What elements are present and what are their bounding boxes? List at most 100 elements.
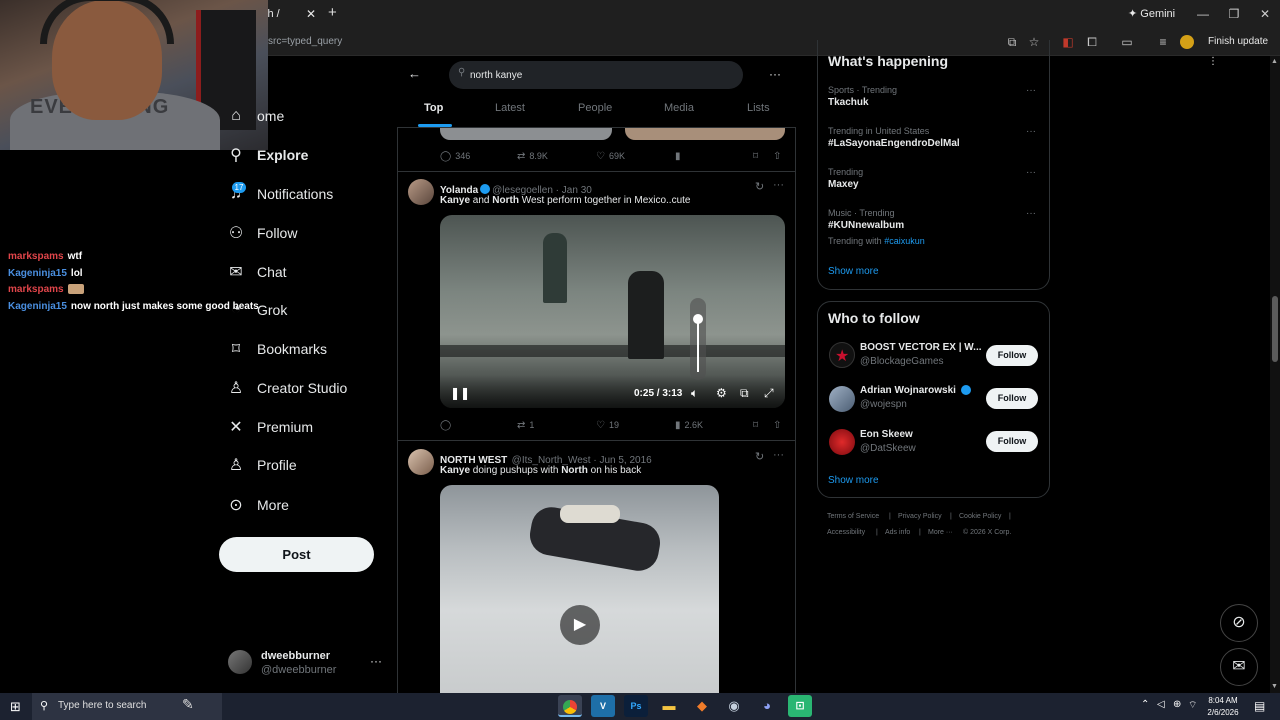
volume-slider[interactable] [690,298,706,380]
play-icon[interactable]: ▶ [560,605,600,645]
more-icon[interactable]: ··· [1026,85,1036,96]
follow-suggestion-handle[interactable]: @DatSkeew [860,443,916,454]
more-icon[interactable]: ··· [769,67,781,81]
follow-button[interactable]: Follow [986,345,1038,366]
volume-handle[interactable] [693,314,703,324]
bookmark-button[interactable]: ⌑ [753,149,762,163]
repost-button[interactable]: ⇄ 1 [517,418,534,432]
network-icon[interactable]: ⌔ [1188,699,1197,712]
avatar[interactable] [829,429,855,455]
pause-icon[interactable]: ❚❚ [450,386,470,400]
more-icon[interactable]: ··· [370,654,382,668]
trend-item[interactable]: #LaSayonaEngendroDelMal [828,138,960,149]
footer-link[interactable]: Accessibility [827,529,865,536]
follow-button[interactable]: Follow [986,388,1038,409]
like-button[interactable]: ♡ 69K [596,149,625,163]
follow-suggestion-name[interactable]: Adrian Wojnarowski [860,385,973,396]
avatar[interactable] [408,179,434,205]
follow-button[interactable]: Follow [986,431,1038,452]
windows-start-icon[interactable]: ⊞ [10,699,21,715]
notification-center-icon[interactable]: ▤ [1254,699,1265,713]
scrollbar-thumb[interactable] [1272,296,1278,362]
more-icon[interactable]: ··· [1026,126,1036,137]
settings-icon[interactable]: ⚙ [716,386,727,400]
taskbar-search[interactable]: ⚲ Type here to search ✎ [32,693,222,720]
nav-profile[interactable]: ♙ Profile [226,451,297,479]
trend-hashtag-link[interactable]: #caixukun [884,236,925,246]
grok-icon[interactable]: ↻ [755,180,764,193]
follow-suggestion-name[interactable]: Eon Skeew [860,429,913,440]
tab-media[interactable]: Media [664,102,694,120]
footer-link[interactable]: Terms of Service [827,513,879,520]
grok-icon[interactable]: ↻ [755,450,764,463]
chrome-app-icon[interactable] [558,695,582,717]
volume-icon[interactable]: ◁ [1157,699,1165,710]
close-icon[interactable]: ✕ [306,4,318,24]
file-explorer-icon[interactable]: ▬ [657,695,681,717]
tab-top[interactable]: Top [424,102,443,120]
more-icon[interactable]: ··· [1026,208,1036,219]
scroll-down-icon[interactable]: ▼ [1271,683,1278,690]
like-button[interactable]: ♡ 19 [596,418,619,432]
search-input[interactable] [470,66,730,84]
video-player[interactable] [440,215,785,408]
tray-expand-icon[interactable]: ⌃ [1141,699,1149,710]
repost-button[interactable]: ⇄ 8.9K [517,149,548,163]
playlist-icon[interactable]: ≡ [1153,32,1173,52]
nav-home[interactable]: ⌂ ome [226,102,284,130]
gemini-button[interactable]: ✦ Gemini [1128,4,1175,24]
avatar[interactable]: ★ [829,342,855,368]
share-button[interactable]: ⇧ [773,418,785,432]
nav-follow[interactable]: ⚇ Follow [226,219,298,247]
photoshop-app-icon[interactable]: Ps [624,695,648,717]
tab-latest[interactable]: Latest [495,102,525,120]
follow-suggestion-handle[interactable]: @BlockageGames [860,356,944,367]
discord-app-icon[interactable]: ◕ [755,695,779,717]
volume-icon[interactable]: 🔈︎ [691,386,698,401]
avatar[interactable] [408,449,434,475]
views-button[interactable]: ▮ [675,149,685,163]
scroll-up-icon[interactable]: ▲ [1271,58,1278,65]
nav-premium[interactable]: ✕ Premium [226,413,313,441]
search-box[interactable]: ⚲ [449,61,743,89]
new-tab-icon[interactable]: + [328,3,342,23]
footer-link[interactable]: Privacy Policy [898,513,942,520]
more-icon[interactable]: ··· [773,179,784,191]
avatar[interactable] [829,386,855,412]
reply-button[interactable]: ◯ 346 [440,149,470,163]
taskbar-clock[interactable]: 8:04 AM 2/6/2026 [1200,695,1246,719]
back-arrow-icon[interactable]: ← [408,66,422,84]
post-button[interactable]: Post [219,537,374,572]
nav-grok[interactable]: ◔ Grok [226,296,287,324]
share-button[interactable]: ⇧ [773,149,785,163]
microphone-icon[interactable]: ⊕ [1173,699,1181,710]
trend-item[interactable]: #KUNnewalbum [828,220,904,231]
app-icon[interactable]: ⊡ [788,695,812,717]
follow-suggestion-handle[interactable]: @wojespn [860,399,907,410]
puzzle-icon[interactable]: ⧠ [1082,32,1102,52]
nav-creator-studio[interactable]: ♙ Creator Studio [226,374,347,402]
nav-bookmarks[interactable]: ⌑ Bookmarks [226,335,327,363]
pip-icon[interactable]: ⧉ [740,386,749,401]
more-icon[interactable]: ··· [773,449,784,461]
reply-button[interactable]: ◯ [440,418,455,432]
show-more-link[interactable]: Show more [828,266,879,277]
address-bar[interactable]: src=typed_query [268,32,342,52]
app-icon[interactable]: ◆ [690,695,714,717]
grok-float-icon[interactable]: ⊘ [1220,604,1258,642]
footer-link[interactable]: Ads info [885,529,910,536]
footer-link[interactable]: More ··· [928,529,953,536]
messages-float-icon[interactable]: ✉ [1220,648,1258,686]
nav-chat[interactable]: ✉ Chat [226,258,286,286]
footer-link[interactable]: Cookie Policy [959,513,1001,520]
bookmark-button[interactable]: ⌑ [753,418,762,432]
follow-suggestion-name[interactable]: BOOST VECTOR EX | W... [860,342,982,353]
views-button[interactable]: ▮ 2.6K [675,418,703,432]
restore-icon[interactable]: ❐ [1219,4,1249,24]
trend-item[interactable]: Tkachuk [828,97,869,108]
more-icon[interactable]: ··· [1026,167,1036,178]
window-close-icon[interactable]: ✕ [1250,4,1280,24]
extension-icon[interactable]: ◧ [1058,32,1078,52]
trend-item[interactable]: Maxey [828,179,859,190]
finish-update-button[interactable]: Finish update ⋮ [1208,32,1280,67]
